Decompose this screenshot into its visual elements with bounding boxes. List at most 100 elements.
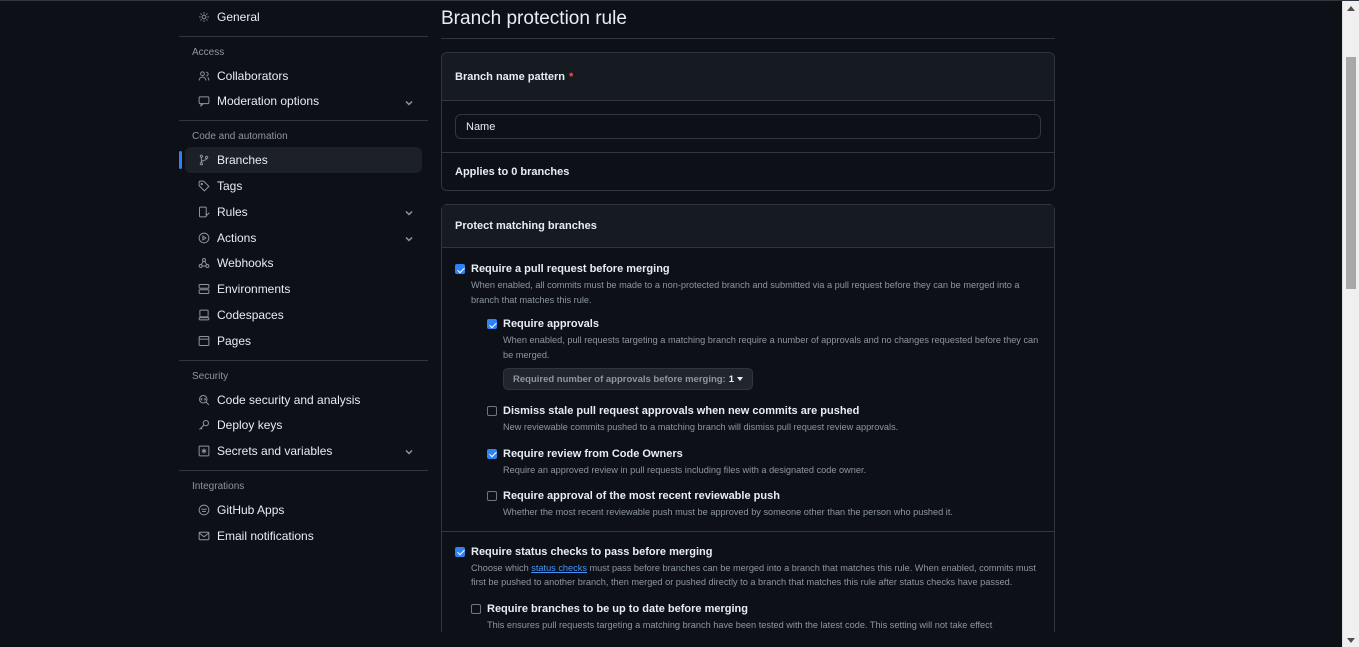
box-header: Protect matching branches xyxy=(442,205,1054,248)
sidebar-item-label: Environments xyxy=(217,282,291,297)
recent-push-checkbox[interactable] xyxy=(487,491,497,501)
sidebar-item-code-security[interactable]: Code security and analysis xyxy=(185,387,422,413)
sidebar-item-label: Branches xyxy=(217,153,268,168)
option-title: Require review from Code Owners xyxy=(503,447,683,460)
option-status-checks: Require status checks to pass before mer… xyxy=(442,545,1054,590)
option-desc: When enabled, pull requests targeting a … xyxy=(503,335,1039,360)
section-title-access: Access xyxy=(192,46,225,58)
branch-name-pattern-input[interactable] xyxy=(455,114,1041,139)
caret-down-icon xyxy=(737,377,744,381)
comment-icon xyxy=(197,95,210,108)
sidebar-item-label: Actions xyxy=(217,230,257,245)
option-dismiss-stale: Dismiss stale pull request approvals whe… xyxy=(458,404,1054,435)
sidebar-item-label: Pages xyxy=(217,333,252,348)
option-code-owners: Require review from Code Owners Require … xyxy=(458,447,1054,478)
webhook-icon xyxy=(197,257,210,270)
up-to-date-checkbox[interactable] xyxy=(471,603,481,614)
option-desc: New reviewable commits pushed to a match… xyxy=(503,422,899,432)
input-row xyxy=(442,101,1054,153)
page-title: Branch protection rule xyxy=(441,1,1055,39)
codescan-icon xyxy=(197,393,210,406)
sidebar-item-label: Deploy keys xyxy=(217,418,283,433)
approvals-count-dropdown[interactable]: Required number of approvals before merg… xyxy=(503,368,754,390)
chevron-down-icon[interactable] xyxy=(404,446,414,456)
sidebar-item-email-notifications[interactable]: Email notifications xyxy=(185,523,422,549)
sidebar-item-deploy-keys[interactable]: Deploy keys xyxy=(185,413,422,439)
code-owners-checkbox[interactable] xyxy=(487,448,497,459)
pr-sub-options: Require approvals When enabled, pull req… xyxy=(442,317,1054,520)
sidebar-item-label: Tags xyxy=(217,179,243,194)
scroll-down-arrow-icon[interactable] xyxy=(1347,638,1355,643)
require-approvals-checkbox[interactable] xyxy=(487,319,497,329)
option-title: Require approvals xyxy=(503,318,599,330)
protect-branches-box: Protect matching branches Require a pull… xyxy=(441,204,1055,632)
option-desc: Whether the most recent reviewable push … xyxy=(503,507,953,517)
option-desc: This ensures pull requests targeting a m… xyxy=(487,619,993,630)
branch-pattern-box: Branch name pattern * Applies to 0 branc… xyxy=(441,52,1055,191)
mail-icon xyxy=(197,529,210,542)
sidebar-item-actions[interactable]: Actions xyxy=(185,225,422,251)
tag-icon xyxy=(197,180,210,193)
desc-text: Choose which xyxy=(471,562,532,573)
sidebar-item-label: Webhooks xyxy=(217,256,274,271)
sidebar-item-branches[interactable]: Branches xyxy=(179,147,422,174)
sidebar-item-github-apps[interactable]: GitHub Apps xyxy=(185,497,422,523)
sidebar-item-webhooks[interactable]: Webhooks xyxy=(185,251,422,277)
sidebar-item-label: GitHub Apps xyxy=(217,503,285,518)
chevron-down-icon[interactable] xyxy=(404,233,414,243)
scroll-thumb[interactable] xyxy=(1346,57,1356,289)
dropdown-value: 1 xyxy=(728,373,735,385)
box-header: Branch name pattern * xyxy=(442,53,1054,101)
codespaces-icon xyxy=(197,309,210,322)
status-checks-link[interactable]: status checks xyxy=(531,563,587,573)
rules-icon xyxy=(197,205,210,218)
sidebar-item-codespaces[interactable]: Codespaces xyxy=(185,302,422,328)
vertical-scrollbar[interactable] xyxy=(1342,1,1359,647)
sidebar-item-label: Collaborators xyxy=(217,68,289,83)
sidebar-item-environments[interactable]: Environments xyxy=(185,276,422,302)
scroll-up-arrow-icon[interactable] xyxy=(1347,6,1355,11)
applies-count: Applies to 0 branches xyxy=(455,165,570,178)
option-require-pr: Require a pull request before merging Wh… xyxy=(442,262,1054,307)
gear-icon xyxy=(197,10,210,23)
option-up-to-date: Require branches to be up to date before… xyxy=(442,602,1054,633)
sidebar-item-moderation-options[interactable]: Moderation options xyxy=(185,89,422,115)
required-mark: * xyxy=(569,70,574,83)
sidebar-item-pages[interactable]: Pages xyxy=(185,328,422,354)
chevron-down-icon[interactable] xyxy=(404,97,414,107)
apps-icon xyxy=(197,504,210,517)
sidebar-item-rules[interactable]: Rules xyxy=(185,199,422,225)
sidebar-item-general[interactable]: General xyxy=(185,4,422,30)
option-desc: Choose which status checks must pass bef… xyxy=(471,561,1054,590)
section-title-integrations: Integrations xyxy=(192,481,245,493)
browser-icon xyxy=(197,334,210,347)
option-desc: When enabled, all commits must be made t… xyxy=(471,280,1020,305)
section-title-security: Security xyxy=(192,370,229,382)
option-recent-push: Require approval of the most recent revi… xyxy=(458,489,1054,520)
require-pr-checkbox[interactable] xyxy=(455,264,465,274)
sidebar-item-label: Rules xyxy=(217,204,248,219)
branch-icon xyxy=(197,154,210,167)
server-icon xyxy=(197,283,210,296)
option-desc: Require an approved review in pull reque… xyxy=(503,464,867,475)
option-title: Dismiss stale pull request approvals whe… xyxy=(503,405,860,417)
chevron-down-icon[interactable] xyxy=(404,207,414,217)
dismiss-stale-checkbox[interactable] xyxy=(487,406,497,416)
sidebar-item-collaborators[interactable]: Collaborators xyxy=(185,63,422,89)
sidebar-item-label: Code security and analysis xyxy=(217,392,361,407)
dropdown-label: Required number of approvals before merg… xyxy=(513,373,726,385)
settings-sidebar: General Access Collaborators Moderation … xyxy=(179,1,428,549)
pattern-label: Branch name pattern xyxy=(455,70,566,83)
key-icon xyxy=(197,419,210,432)
option-title: Require a pull request before merging xyxy=(471,263,670,275)
main-content: Branch protection rule Branch name patte… xyxy=(441,1,1055,632)
play-icon xyxy=(197,231,210,244)
sidebar-item-secrets-variables[interactable]: Secrets and variables xyxy=(185,438,422,464)
section-title-code-automation: Code and automation xyxy=(192,131,288,143)
sidebar-item-label: Codespaces xyxy=(217,308,284,323)
option-title: Require status checks to pass before mer… xyxy=(471,545,713,558)
sidebar-item-tags[interactable]: Tags xyxy=(185,173,422,199)
people-icon xyxy=(197,69,210,82)
status-checks-checkbox[interactable] xyxy=(455,546,465,557)
sidebar-item-label: Secrets and variables xyxy=(217,444,333,459)
